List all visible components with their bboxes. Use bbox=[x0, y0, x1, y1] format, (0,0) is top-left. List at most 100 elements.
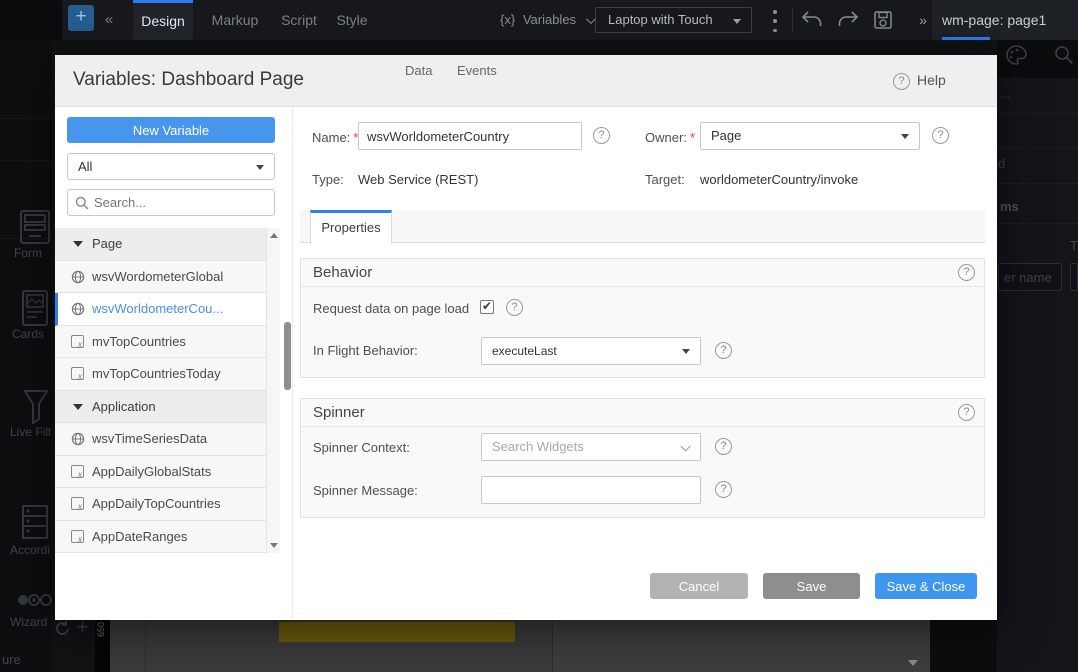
tab-events[interactable]: Events bbox=[457, 63, 497, 78]
widget-toolbox: Form Cards Live Filt Accordi Wizard ure bbox=[0, 40, 52, 672]
chevron-down-icon bbox=[681, 442, 691, 452]
variable-list-item[interactable]: wsvTimeSeriesData bbox=[55, 423, 266, 456]
expand-panel-button[interactable]: » bbox=[914, 0, 932, 40]
scroll-down-icon[interactable] bbox=[270, 543, 278, 548]
help-icon[interactable]: ? bbox=[593, 127, 610, 144]
page-breadcrumb: wm-page: page1 bbox=[942, 0, 1046, 40]
name-label: Name:* bbox=[312, 130, 358, 145]
tab-markup[interactable]: Markup bbox=[200, 0, 270, 40]
cancel-button[interactable]: Cancel bbox=[650, 573, 748, 599]
canvas-ruler-label: 650 bbox=[96, 622, 106, 637]
required-asterisk: * bbox=[690, 130, 695, 145]
tab-data[interactable]: Data bbox=[405, 63, 432, 78]
spinner-message-field[interactable] bbox=[481, 476, 701, 504]
search-input[interactable] bbox=[94, 192, 270, 213]
behavior-title: Behavior bbox=[313, 264, 372, 281]
help-icon[interactable]: ? bbox=[932, 127, 949, 144]
studio-topbar: + « Design Markup Script Style {x} Varia… bbox=[0, 0, 1078, 40]
form-widget-icon[interactable] bbox=[20, 210, 50, 249]
toolbox-item-label[interactable]: Wizard bbox=[10, 615, 47, 629]
sidebar-scrollbar-thumb[interactable] bbox=[284, 322, 291, 390]
accordion-widget-icon[interactable] bbox=[22, 505, 48, 544]
tab-properties[interactable]: Properties bbox=[310, 210, 392, 244]
in-flight-value: executeLast bbox=[492, 344, 557, 358]
variables-menu-button[interactable]: {x} Variables bbox=[500, 0, 593, 40]
variable-group-page[interactable]: Page bbox=[55, 228, 266, 261]
variable-list-item-selected[interactable]: wsvWorldometerCou... bbox=[55, 293, 266, 326]
new-variable-button[interactable]: New Variable bbox=[67, 117, 275, 143]
help-icon[interactable]: ? bbox=[506, 299, 523, 316]
request-data-checkbox[interactable] bbox=[480, 300, 494, 314]
help-icon[interactable]: ? bbox=[715, 342, 732, 359]
variable-list-item[interactable]: mvTopCountries bbox=[55, 326, 266, 359]
variable-filter-select[interactable]: All bbox=[67, 153, 275, 180]
tab-script[interactable]: Script bbox=[268, 0, 330, 40]
scroll-up-icon[interactable] bbox=[270, 233, 278, 238]
dialog-title: Variables: Dashboard Page bbox=[73, 69, 304, 91]
more-options-button[interactable] bbox=[770, 10, 780, 32]
owner-value: Page bbox=[711, 128, 741, 143]
help-icon[interactable]: ? bbox=[958, 264, 975, 281]
toolbox-item-label[interactable]: Cards bbox=[12, 327, 44, 341]
save-icon[interactable] bbox=[872, 9, 894, 31]
undo-icon[interactable] bbox=[800, 9, 824, 29]
owner-select[interactable]: Page bbox=[700, 122, 920, 150]
spinner-context-select[interactable]: Search Widgets bbox=[481, 433, 701, 461]
live-filter-widget-icon[interactable] bbox=[24, 390, 48, 429]
cards-widget-icon[interactable] bbox=[22, 290, 48, 331]
theme-palette-icon[interactable] bbox=[1004, 43, 1028, 72]
variable-list-item[interactable]: AppDailyGlobalStats bbox=[55, 456, 266, 489]
search-icon bbox=[75, 196, 89, 210]
toolbox-item-label[interactable]: Live Filt bbox=[10, 425, 51, 439]
help-icon[interactable]: ? bbox=[715, 438, 732, 455]
help-icon[interactable]: ? bbox=[893, 73, 910, 90]
toolbox-item-label[interactable]: Form bbox=[14, 246, 42, 260]
web-service-variable-icon bbox=[71, 302, 85, 321]
caret-down-icon bbox=[682, 349, 690, 354]
canvas-guide-line bbox=[145, 620, 146, 672]
variable-search-box bbox=[67, 189, 275, 216]
topbar-left-panel bbox=[0, 0, 62, 40]
spinner-section: Spinner ? Spinner Context: Search Widget… bbox=[300, 398, 985, 518]
caret-down-icon bbox=[733, 19, 741, 24]
behavior-section-header: Behavior ? bbox=[301, 259, 984, 287]
variable-group-application[interactable]: Application bbox=[55, 391, 266, 424]
variable-list-item[interactable]: AppDateRanges bbox=[55, 521, 266, 554]
canvas-widget-highlight bbox=[279, 622, 515, 642]
panel-fragment: T bbox=[1070, 238, 1078, 253]
toolbox-item-label[interactable]: Accordi bbox=[10, 543, 50, 557]
wizard-widget-icon[interactable] bbox=[16, 592, 52, 613]
inspect-magnifier-icon[interactable] bbox=[1052, 43, 1076, 72]
model-variable-icon bbox=[71, 335, 84, 348]
add-widget-button[interactable]: + bbox=[68, 5, 94, 31]
dimmed-input: er name bbox=[998, 263, 1062, 291]
variable-list-item[interactable]: mvTopCountriesToday bbox=[55, 358, 266, 391]
spinner-section-header: Spinner ? bbox=[301, 399, 984, 427]
save-button[interactable]: Save bbox=[763, 573, 860, 599]
name-field[interactable] bbox=[358, 122, 582, 150]
redo-icon[interactable] bbox=[836, 9, 860, 29]
variable-list-item[interactable]: AppDailyTopCountries bbox=[55, 488, 266, 521]
design-canvas bbox=[110, 620, 930, 672]
variable-list-item[interactable]: wsvWordometerGlobal bbox=[55, 261, 266, 294]
tab-style[interactable]: Style bbox=[324, 0, 380, 40]
canvas-toolbar bbox=[997, 40, 1078, 78]
caret-expanded-icon bbox=[73, 404, 83, 410]
dialog-header: Variables: Dashboard Page ? Help bbox=[55, 55, 997, 107]
panel-fragment: ms bbox=[1000, 199, 1019, 214]
collapse-panel-button[interactable]: « bbox=[99, 7, 119, 33]
save-and-close-button[interactable]: Save & Close bbox=[875, 573, 977, 599]
help-icon[interactable]: ? bbox=[715, 481, 732, 498]
model-variable-icon bbox=[71, 530, 84, 543]
refresh-icon[interactable] bbox=[54, 620, 71, 642]
tab-design[interactable]: Design bbox=[133, 0, 193, 40]
request-data-label: Request data on page load bbox=[313, 301, 469, 316]
panel-fragment: d bbox=[998, 156, 1005, 171]
dialog-tabbar bbox=[300, 210, 985, 243]
in-flight-select[interactable]: executeLast bbox=[481, 337, 701, 365]
variable-list-scrollbar[interactable] bbox=[266, 228, 280, 553]
help-link[interactable]: Help bbox=[917, 72, 946, 88]
help-icon[interactable]: ? bbox=[958, 404, 975, 421]
device-preview-select[interactable]: Laptop with Touch bbox=[595, 7, 752, 33]
type-value: Web Service (REST) bbox=[358, 172, 478, 187]
